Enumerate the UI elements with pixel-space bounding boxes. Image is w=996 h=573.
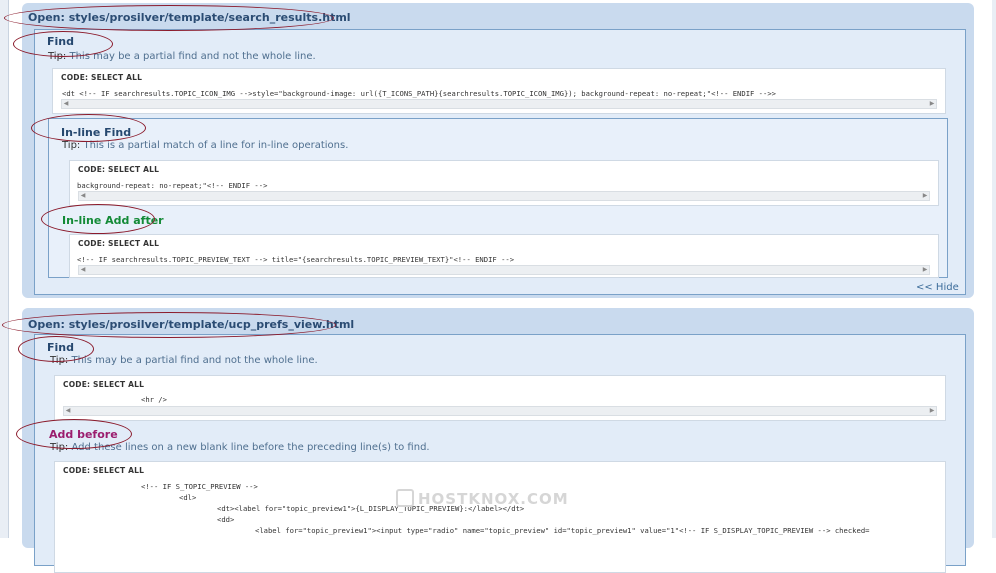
- scroll-left-icon[interactable]: ◀: [79, 266, 87, 274]
- tip-text: This may be a partial find and not the w…: [69, 51, 316, 62]
- select-all-link[interactable]: SELECT ALL: [93, 466, 144, 475]
- annotation-oval: [41, 204, 155, 234]
- code-line: <!-- IF searchresults.TOPIC_PREVIEW_TEXT…: [77, 255, 515, 264]
- horizontal-scrollbar[interactable]: ◀ ▶: [78, 265, 930, 275]
- select-all-link[interactable]: SELECT ALL: [93, 380, 144, 389]
- inline-find-tip: Tip: This is a partial match of a line f…: [62, 140, 348, 151]
- code-header: CODE: SELECT ALL: [78, 165, 159, 174]
- find-panel: Find Tip: This may be a partial find and…: [34, 334, 966, 573]
- horizontal-scrollbar[interactable]: ◀ ▶: [78, 191, 930, 201]
- scroll-right-icon[interactable]: ▶: [921, 192, 929, 200]
- find-code-box: CODE: SELECT ALL <hr /> ◀ ▶: [54, 375, 946, 421]
- code-line: <!-- IF S_TOPIC_PREVIEW -->: [141, 482, 258, 491]
- annotation-oval: [18, 336, 94, 362]
- annotation-oval: [4, 5, 334, 31]
- scroll-left-icon[interactable]: ◀: [62, 100, 70, 108]
- code-line: <hr />: [141, 395, 167, 404]
- code-label: CODE:: [78, 165, 106, 174]
- select-all-link[interactable]: SELECT ALL: [108, 165, 159, 174]
- right-edge-bar: [992, 0, 996, 538]
- code-label: CODE:: [63, 466, 91, 475]
- code-label: CODE:: [78, 239, 106, 248]
- scroll-right-icon[interactable]: ▶: [928, 100, 936, 108]
- hide-link[interactable]: << Hide: [916, 282, 959, 293]
- inline-add-after-code-box: CODE: SELECT ALL <!-- IF searchresults.T…: [69, 234, 939, 278]
- code-header: CODE: SELECT ALL: [63, 380, 144, 389]
- scroll-right-icon[interactable]: ▶: [921, 266, 929, 274]
- code-line: <dd>: [217, 515, 235, 524]
- watermark-logo-icon: [396, 489, 414, 507]
- annotation-oval: [13, 31, 113, 57]
- scroll-left-icon[interactable]: ◀: [79, 192, 87, 200]
- find-tip: Tip: This may be a partial find and not …: [50, 355, 318, 366]
- find-panel: Find Tip: This may be a partial find and…: [34, 29, 966, 295]
- code-label: CODE:: [61, 73, 89, 82]
- code-line: background-repeat: no-repeat;"<!-- ENDIF…: [77, 181, 268, 190]
- tip-text: This is a partial match of a line for in…: [83, 140, 349, 151]
- code-header: CODE: SELECT ALL: [63, 466, 144, 475]
- left-edge-bar: [0, 0, 9, 538]
- code-line: <dl>: [179, 493, 197, 502]
- scroll-left-icon[interactable]: ◀: [64, 407, 72, 415]
- tip-text: This may be a partial find and not the w…: [71, 355, 318, 366]
- inline-find-panel: In-line Find Tip: This is a partial matc…: [48, 118, 948, 278]
- horizontal-scrollbar[interactable]: ◀ ▶: [61, 99, 937, 109]
- horizontal-scrollbar[interactable]: ◀ ▶: [63, 406, 937, 416]
- find-code-box: CODE: SELECT ALL <dt <!-- IF searchresul…: [52, 68, 946, 114]
- code-header: CODE: SELECT ALL: [61, 73, 142, 82]
- inline-find-code-box: CODE: SELECT ALL background-repeat: no-r…: [69, 160, 939, 206]
- code-label: CODE:: [63, 380, 91, 389]
- add-before-code-box: CODE: SELECT ALL <!-- IF S_TOPIC_PREVIEW…: [54, 461, 946, 573]
- watermark: HOSTKNOX.COM: [418, 490, 569, 508]
- select-all-link[interactable]: SELECT ALL: [108, 239, 159, 248]
- open-file-block-search-results: Open: styles/prosilver/template/search_r…: [22, 3, 974, 298]
- annotation-oval: [31, 114, 146, 142]
- open-file-block-ucp-prefs-view: Open: styles/prosilver/template/ucp_pref…: [22, 308, 974, 573]
- code-header: CODE: SELECT ALL: [78, 239, 159, 248]
- tip-text: Add these lines on a new blank line befo…: [71, 442, 430, 453]
- scroll-right-icon[interactable]: ▶: [928, 407, 936, 415]
- annotation-oval: [16, 419, 132, 449]
- code-line: <dt <!-- IF searchresults.TOPIC_ICON_IMG…: [62, 89, 776, 98]
- annotation-oval: [2, 312, 336, 338]
- select-all-link[interactable]: SELECT ALL: [91, 73, 142, 82]
- code-line: <label for="topic_preview1"><input type=…: [255, 526, 870, 535]
